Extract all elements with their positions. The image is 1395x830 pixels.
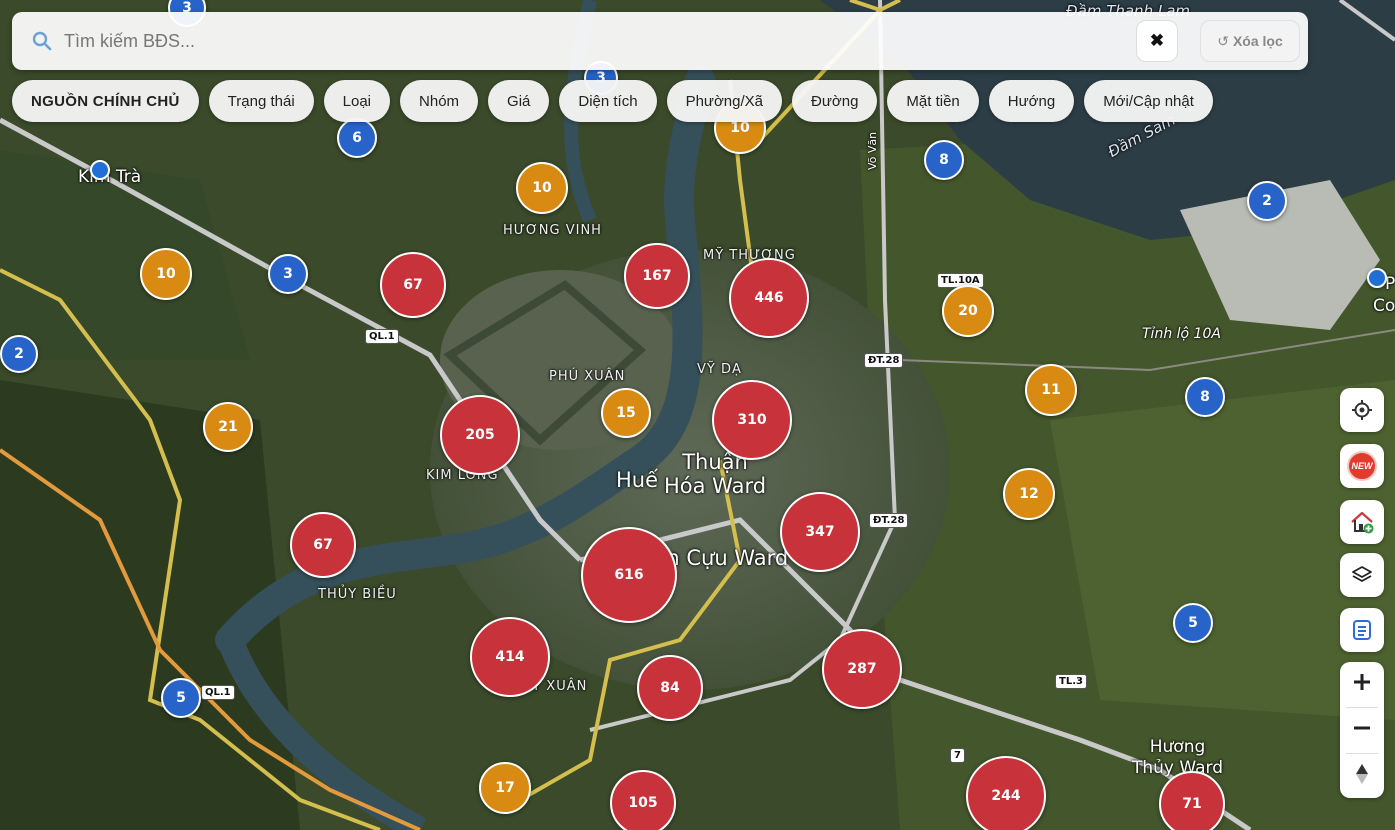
listing-cluster[interactable]: 84 <box>637 655 703 721</box>
listing-cluster[interactable]: 8 <box>924 140 964 180</box>
filter-chip-street[interactable]: Đường <box>792 80 878 122</box>
filter-chip-price[interactable]: Giá <box>488 80 550 122</box>
plus-icon <box>1352 672 1372 697</box>
layers-icon <box>1351 564 1373 586</box>
road-label-vo-van: Võ Văn <box>866 131 879 170</box>
place-label-thuy-bieu: THỦY BIỀU <box>318 587 397 602</box>
listing-cluster[interactable]: 5 <box>1173 603 1213 643</box>
listing-cluster[interactable]: 2 <box>0 335 38 373</box>
reset-filters-label: Xóa lọc <box>1232 33 1283 49</box>
search-input[interactable] <box>64 26 1124 56</box>
search-bar: ✖ ↺ Xóa lọc <box>12 12 1308 70</box>
road-shield-tl3: TL.3 <box>1055 674 1087 689</box>
clear-search-button[interactable]: ✖ <box>1136 20 1178 62</box>
listing-cluster[interactable]: 8 <box>1185 377 1225 417</box>
zoom-out-button[interactable] <box>1340 708 1384 752</box>
filter-chip-new-updated[interactable]: Mới/Cập nhật <box>1084 80 1213 122</box>
filter-bar: NGUỒN CHÍNH CHỦ Trạng thái Loại Nhóm Giá… <box>12 80 1213 122</box>
filter-chip-area[interactable]: Diện tích <box>559 80 657 122</box>
road-label-tinh-lo-10a: Tỉnh lộ 10A <box>1142 326 1221 342</box>
compass-button[interactable] <box>1340 754 1384 798</box>
compass-icon <box>1352 763 1372 790</box>
listing-cluster[interactable]: 71 <box>1159 771 1225 830</box>
property-pin[interactable] <box>1367 268 1387 288</box>
search-icon <box>32 31 52 51</box>
listing-cluster[interactable]: 310 <box>712 380 792 460</box>
list-icon <box>1351 619 1373 641</box>
listing-cluster[interactable]: 10 <box>140 248 192 300</box>
locate-button[interactable] <box>1340 388 1384 432</box>
layers-button[interactable] <box>1340 553 1384 597</box>
add-property-button[interactable] <box>1340 500 1384 544</box>
reset-filters-button[interactable]: ↺ Xóa lọc <box>1200 20 1300 62</box>
listing-cluster[interactable]: 3 <box>268 254 308 294</box>
listing-cluster[interactable]: 11 <box>1025 364 1077 416</box>
filter-chip-status[interactable]: Trạng thái <box>208 80 314 122</box>
list-view-button[interactable] <box>1340 608 1384 652</box>
filter-chip-frontage[interactable]: Mặt tiền <box>887 80 979 122</box>
listing-cluster[interactable]: 2 <box>1247 181 1287 221</box>
zoom-in-button[interactable] <box>1340 662 1384 706</box>
place-label-huong-thuy-ward: Hương Thủy Ward <box>1132 737 1224 778</box>
filter-chip-ward[interactable]: Phường/Xã <box>666 80 783 122</box>
listing-cluster[interactable]: 205 <box>440 395 520 475</box>
listing-cluster[interactable]: 105 <box>610 770 676 830</box>
place-label-co-edge: Co <box>1373 296 1395 316</box>
place-label-vy-da: VỸ DẠ <box>697 362 742 377</box>
reset-icon: ↺ <box>1217 32 1229 49</box>
listing-cluster[interactable]: 414 <box>470 617 550 697</box>
filter-chip-type[interactable]: Loại <box>323 80 391 122</box>
house-add-icon <box>1349 509 1375 535</box>
listing-cluster[interactable]: 167 <box>624 243 690 309</box>
property-pin[interactable] <box>90 160 110 180</box>
listing-cluster[interactable]: 20 <box>942 285 994 337</box>
listing-cluster[interactable]: 67 <box>380 252 446 318</box>
listing-cluster[interactable]: 67 <box>290 512 356 578</box>
listing-cluster[interactable]: 446 <box>729 258 809 338</box>
listing-cluster[interactable]: 616 <box>581 527 677 623</box>
crosshair-icon <box>1351 399 1373 421</box>
road-shield-ql1-north: QL.1 <box>365 329 399 344</box>
new-listings-button[interactable]: NEW <box>1340 444 1384 488</box>
listing-cluster[interactable]: 21 <box>203 402 253 452</box>
filter-chip-owner-source[interactable]: NGUỒN CHÍNH CHỦ <box>12 80 199 122</box>
zoom-controls <box>1340 662 1384 798</box>
close-icon: ✖ <box>1149 31 1165 50</box>
listing-cluster[interactable]: 10 <box>516 162 568 214</box>
road-shield-ql1-south: QL.1 <box>201 685 235 700</box>
minus-icon <box>1352 718 1372 743</box>
listing-cluster[interactable]: 12 <box>1003 468 1055 520</box>
listing-cluster[interactable]: 6 <box>337 118 377 158</box>
listing-cluster[interactable]: 287 <box>822 629 902 709</box>
road-shield-dt28-north: ĐT.28 <box>864 353 904 368</box>
listing-cluster[interactable]: 5 <box>161 678 201 718</box>
listing-cluster[interactable]: 347 <box>780 492 860 572</box>
place-label-hue: Huế <box>616 468 659 492</box>
road-shield-7: 7 <box>950 748 965 763</box>
filter-chip-group[interactable]: Nhóm <box>400 80 479 122</box>
place-label-phu-xuan: PHÚ XUÂN <box>549 369 626 384</box>
place-label-huong-vinh: HƯƠNG VINH <box>503 223 602 238</box>
road-shield-dt28-south: ĐT.28 <box>869 513 909 528</box>
filter-chip-direction[interactable]: Hướng <box>988 80 1075 122</box>
new-badge-label: NEW <box>1351 461 1373 471</box>
listing-cluster[interactable]: 244 <box>966 756 1046 830</box>
listing-cluster[interactable]: 15 <box>601 388 651 438</box>
listing-cluster[interactable]: 17 <box>479 762 531 814</box>
map-canvas[interactable]: Kim Trà HƯƠNG VINH MỸ THƯỢNG PHÚ XUÂN VỸ… <box>0 0 1395 830</box>
new-badge-icon: NEW <box>1347 451 1377 481</box>
